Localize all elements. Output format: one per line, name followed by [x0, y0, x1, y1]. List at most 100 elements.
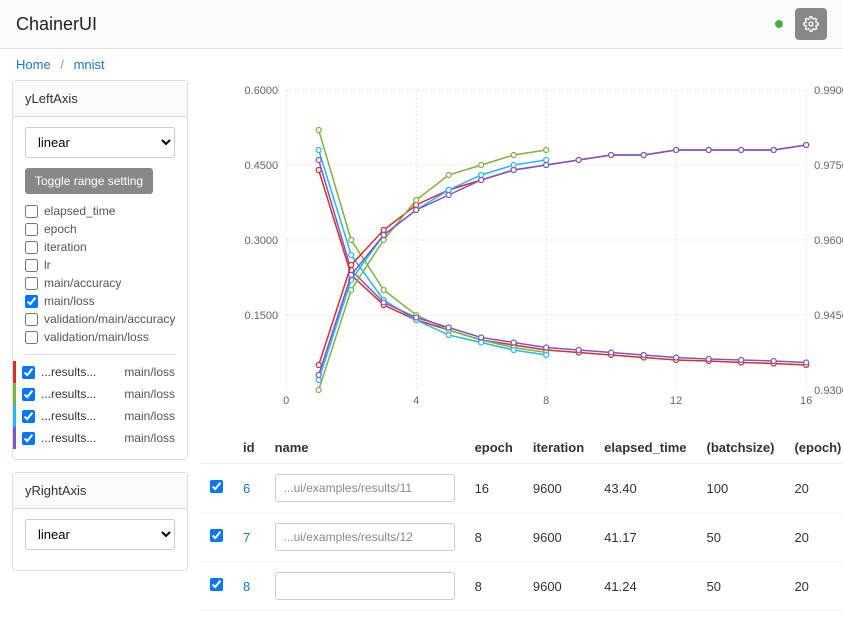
table-cell [265, 464, 465, 513]
metric-label: main/accuracy [44, 276, 121, 290]
row-name-input[interactable] [275, 572, 455, 600]
row-checkbox[interactable] [210, 480, 223, 493]
result-metric: main/loss [124, 387, 175, 401]
breadcrumb-project-link[interactable]: mnist [74, 57, 105, 72]
result-list: ...results... main/loss ...results... main/… [25, 354, 175, 449]
table-row: 616960043.4010020-1 [200, 464, 843, 513]
metric-item[interactable]: lr [25, 256, 175, 274]
svg-text:0.9600: 0.9600 [814, 235, 843, 247]
svg-text:4: 4 [413, 395, 419, 407]
row-id-link[interactable]: 7 [243, 530, 250, 545]
table-cell [265, 562, 465, 611]
row-id-link[interactable]: 6 [243, 481, 250, 496]
right-scale-select[interactable]: linear [25, 519, 175, 550]
y-right-axis-title: yRightAxis [13, 473, 187, 509]
table-cell [200, 513, 233, 562]
row-id-link[interactable]: 8 [243, 579, 250, 594]
svg-text:0.9900: 0.9900 [814, 85, 843, 97]
metric-item[interactable]: elapsed_time [25, 202, 175, 220]
svg-text:0.3000: 0.3000 [245, 235, 279, 247]
table-cell: 20 [784, 513, 843, 562]
svg-text:16: 16 [800, 395, 812, 407]
metric-label: main/loss [44, 294, 95, 308]
y-right-axis-panel: yRightAxis linear [12, 472, 188, 571]
result-metric: main/loss [124, 431, 175, 445]
result-row: ...results...main/loss [13, 361, 175, 383]
chart: 04812160.15000.30000.45000.60000.93000.9… [200, 80, 843, 420]
toggle-range-button[interactable]: Toggle range setting [25, 168, 153, 194]
result-name: ...results... [41, 365, 118, 379]
result-metric: main/loss [124, 409, 175, 423]
metric-item[interactable]: validation/main/accuracy [25, 310, 175, 328]
table-cell: 43.40 [594, 464, 696, 513]
metric-item[interactable]: main/loss [25, 292, 175, 310]
metric-checkbox[interactable] [25, 223, 38, 236]
table-header-checkbox [200, 432, 233, 464]
metric-label: elapsed_time [44, 204, 115, 218]
table-cell [265, 513, 465, 562]
result-row: ...results... main/loss [13, 383, 175, 405]
table-cell: 16 [465, 464, 523, 513]
y-left-axis-panel: yLeftAxis linear Toggle range setting el… [12, 80, 188, 460]
table-cell: 41.24 [594, 562, 696, 611]
svg-text:0.4500: 0.4500 [245, 160, 279, 172]
gear-icon [803, 16, 819, 32]
metric-checkbox[interactable] [25, 295, 38, 308]
row-checkbox[interactable] [210, 529, 223, 542]
metric-item[interactable]: validation/main/loss [25, 328, 175, 346]
metric-checkbox[interactable] [25, 277, 38, 290]
table-header: elapsed_time [594, 432, 696, 464]
row-name-input[interactable] [275, 474, 455, 502]
table-header: name [265, 432, 465, 464]
metric-item[interactable]: iteration [25, 238, 175, 256]
table-cell: 20 [784, 562, 843, 611]
row-name-input[interactable] [275, 523, 455, 551]
table-cell: 50 [697, 562, 785, 611]
result-checkbox[interactable] [22, 388, 35, 401]
metric-item[interactable]: main/accuracy [25, 274, 175, 292]
table-header-row: idnameepochiterationelapsed_time(batchsi… [200, 432, 843, 464]
status-dot-icon [775, 20, 783, 28]
app-title: ChainerUI [16, 14, 97, 35]
result-checkbox[interactable] [22, 366, 35, 379]
breadcrumb-home-link[interactable]: Home [16, 57, 51, 72]
metric-checklist: elapsed_timeepoch iteration lr main/accurac… [25, 202, 175, 346]
table-row: 88960041.245020-1 [200, 562, 843, 611]
svg-text:0.9300: 0.9300 [814, 385, 843, 397]
metric-checkbox[interactable] [25, 241, 38, 254]
table-cell: 50 [697, 513, 785, 562]
result-name: ...results... [41, 387, 118, 401]
y-left-axis-title: yLeftAxis [13, 81, 187, 117]
content: 04812160.15000.30000.45000.60000.93000.9… [200, 80, 843, 623]
header: ChainerUI [0, 0, 843, 49]
result-row: ...results...main/loss [13, 405, 175, 427]
metric-checkbox[interactable] [25, 331, 38, 344]
metric-checkbox[interactable] [25, 259, 38, 272]
svg-text:12: 12 [670, 395, 682, 407]
metric-item[interactable]: epoch [25, 220, 175, 238]
svg-text:8: 8 [543, 395, 549, 407]
table-cell: 9600 [523, 513, 594, 562]
table-cell [200, 562, 233, 611]
table-header: iteration [523, 432, 594, 464]
result-checkbox[interactable] [22, 432, 35, 445]
metric-label: iteration [44, 240, 87, 254]
left-scale-select[interactable]: linear [25, 127, 175, 158]
table-header: (epoch) [784, 432, 843, 464]
settings-button[interactable] [795, 8, 827, 40]
metric-checkbox[interactable] [25, 205, 38, 218]
svg-text:0.9450: 0.9450 [814, 310, 843, 322]
sidebar: yLeftAxis linear Toggle range setting el… [0, 80, 200, 623]
metric-label: lr [44, 258, 51, 272]
table-cell: 8 [233, 562, 265, 611]
table-cell: 20 [784, 464, 843, 513]
table-cell: 9600 [523, 464, 594, 513]
table-cell: 8 [465, 513, 523, 562]
metric-checkbox[interactable] [25, 313, 38, 326]
table-header: id [233, 432, 265, 464]
row-checkbox[interactable] [210, 578, 223, 591]
table-row: 78960041.175020-1 [200, 513, 843, 562]
result-checkbox[interactable] [22, 410, 35, 423]
metric-label: epoch [44, 222, 77, 236]
table-cell [200, 464, 233, 513]
